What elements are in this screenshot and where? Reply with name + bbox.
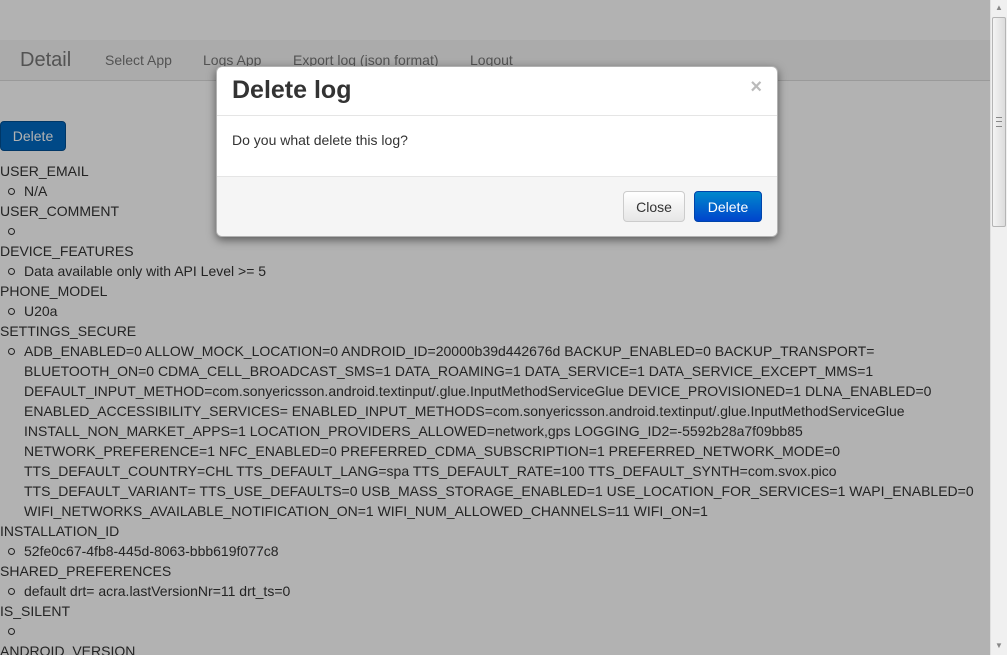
chevron-up-icon[interactable]: ▲ (991, 0, 1007, 16)
dialog-message: Do you what delete this log? (232, 132, 408, 148)
page: Detail Select App Logs App Export log (j… (0, 0, 1007, 655)
dialog-title: Delete log (232, 76, 352, 104)
vertical-scrollbar[interactable]: ▲ ▼ (990, 0, 1007, 655)
dialog-footer: Close Delete (217, 176, 777, 236)
close-button[interactable]: Close (623, 191, 685, 222)
dialog-header: Delete log × (217, 67, 777, 116)
grip-icon (996, 117, 1002, 127)
scrollbar-thumb[interactable] (992, 17, 1006, 227)
delete-log-dialog: Delete log × Do you what delete this log… (216, 66, 778, 237)
confirm-delete-button[interactable]: Delete (694, 191, 762, 222)
close-icon[interactable]: × (750, 77, 762, 97)
chevron-down-icon[interactable]: ▼ (991, 638, 1007, 654)
